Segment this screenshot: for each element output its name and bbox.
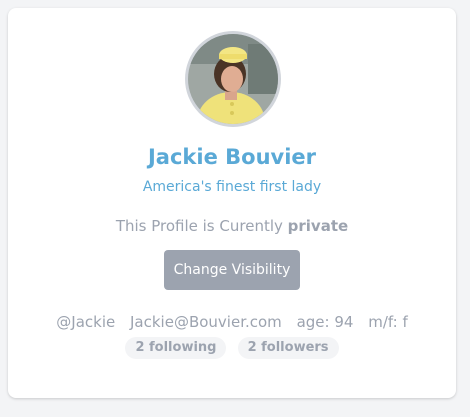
profile-age: age: 94 (296, 313, 354, 331)
profile-gender: m/f: f (368, 313, 408, 331)
profile-card: Jackie Bouvier America's finest first la… (8, 8, 456, 398)
change-visibility-button[interactable]: Change Visibility (164, 250, 300, 290)
follow-counts: 2 following 2 followers (8, 336, 456, 359)
profile-handle: @Jackie (56, 313, 116, 331)
privacy-prefix: This Profile is Curently (115, 217, 283, 235)
profile-meta: @Jackie Jackie@Bouvier.com age: 94 m/f: … (8, 313, 456, 331)
avatar (185, 31, 281, 127)
privacy-state: private (287, 217, 349, 235)
profile-tagline: America's finest first lady (142, 179, 322, 195)
avatar-photo (188, 34, 278, 124)
profile-email: Jackie@Bouvier.com (130, 313, 282, 331)
profile-name: Jackie Bouvier (147, 145, 317, 169)
following-badge[interactable]: 2 following (125, 337, 227, 359)
privacy-status: This Profile is Curently private (8, 217, 456, 235)
followers-badge[interactable]: 2 followers (237, 337, 339, 359)
